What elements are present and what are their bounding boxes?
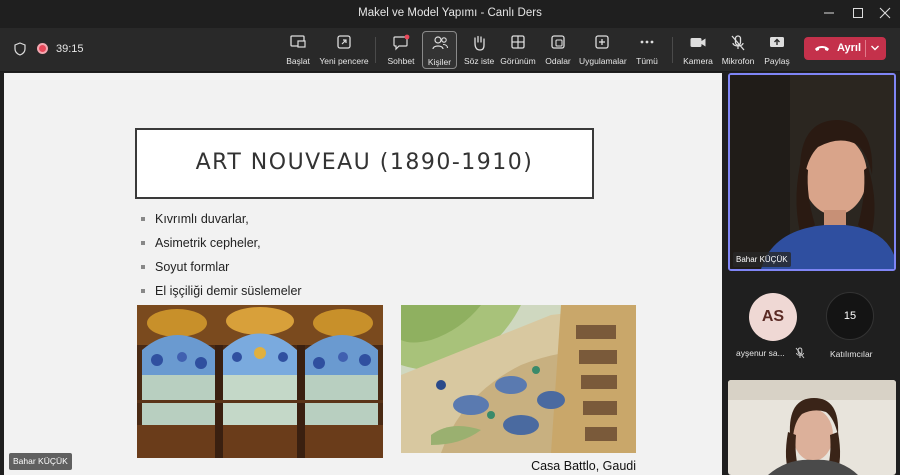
people-icon <box>431 36 448 50</box>
share-label: Paylaş <box>764 56 790 66</box>
slide-bullet: Asimetrik cepheler, <box>141 234 302 258</box>
minimize-button[interactable] <box>817 4 841 24</box>
share-icon <box>770 37 784 47</box>
leave-divider <box>865 40 866 57</box>
speaker-video-tile[interactable] <box>728 73 896 271</box>
share-button[interactable]: Paylaş <box>763 31 791 69</box>
people-label: Kişiler <box>427 57 452 67</box>
mic-off-icon <box>795 347 805 359</box>
chat-label: Sohbet <box>387 56 415 66</box>
new-window-button[interactable]: Yeni pencere <box>318 31 370 69</box>
apps-label: Uygulamalar <box>579 56 627 66</box>
close-button[interactable] <box>873 4 897 24</box>
new-window-icon <box>337 35 351 49</box>
maximize-button[interactable] <box>846 4 870 24</box>
share-screen-icon <box>290 35 306 48</box>
rooms-button[interactable]: Odalar <box>543 31 573 69</box>
raise-hand-button[interactable]: Söz iste <box>464 31 494 69</box>
more-icon <box>640 40 654 44</box>
recording-indicator <box>37 43 48 54</box>
camera-label: Kamera <box>683 56 713 66</box>
close-icon <box>879 7 891 19</box>
leave-label: Ayrıl <box>837 42 862 54</box>
presenter-name-chip: Bahar KÜÇÜK <box>9 453 72 470</box>
more-label: Tümü <box>636 56 658 66</box>
raise-hand-icon <box>474 35 485 51</box>
minimize-icon <box>824 12 834 14</box>
mic-off-icon <box>731 35 745 51</box>
speaker-name-label: Bahar KÜÇÜK <box>733 252 791 267</box>
chevron-down-icon[interactable] <box>870 44 880 52</box>
interior-photo <box>137 305 383 458</box>
meeting-toolbar: 39:15 Başlat Yeni pencere Sohbet Kişiler… <box>0 28 900 72</box>
window-title: Makel ve Model Yapımı - Canlı Ders <box>358 7 542 19</box>
apps-icon <box>595 35 609 49</box>
people-button[interactable]: Kişiler <box>422 31 457 69</box>
raise-hand-label: Söz iste <box>464 56 495 66</box>
slide-bullet: El işçiliği demir süslemeler <box>141 282 302 306</box>
chat-button[interactable]: Sohbet <box>385 31 417 69</box>
slide-title: ART NOUVEAU (1890-1910) <box>195 150 534 175</box>
leave-button[interactable]: Ayrıl <box>804 37 886 60</box>
start-share-button[interactable]: Başlat <box>283 31 313 69</box>
shared-slide: ART NOUVEAU (1890-1910) Kıvrımlı duvarla… <box>4 73 722 475</box>
rooms-label: Odalar <box>545 56 571 66</box>
camera-button[interactable]: Kamera <box>683 31 713 69</box>
slide-bullet: Soyut formlar <box>141 258 302 282</box>
slide-bullet: Kıvrımlı duvarlar, <box>141 210 302 234</box>
slide-title-box: ART NOUVEAU (1890-1910) <box>135 128 594 199</box>
apps-button[interactable]: Uygulamalar <box>579 31 627 69</box>
new-window-label: Yeni pencere <box>319 56 369 66</box>
view-icon <box>511 35 525 49</box>
participant-name: ayşenur sa... <box>736 348 785 358</box>
participant-count[interactable]: 15 <box>826 292 874 340</box>
avatar[interactable]: AS <box>749 293 797 341</box>
slide-caption: Casa Battlo, Gaudi <box>531 459 636 473</box>
facade-photo <box>401 305 636 453</box>
start-share-label: Başlat <box>286 56 310 66</box>
title-bar: Makel ve Model Yapımı - Canlı Ders <box>0 0 900 28</box>
more-button[interactable]: Tümü <box>634 31 660 69</box>
chat-icon <box>393 34 410 51</box>
hang-up-icon <box>815 46 829 51</box>
maximize-icon <box>853 8 863 18</box>
toolbar-divider <box>375 37 376 63</box>
camera-icon <box>690 38 706 47</box>
view-button[interactable]: Görünüm <box>500 31 536 69</box>
meeting-timer: 39:15 <box>56 43 84 55</box>
microphone-button[interactable]: Mikrofon <box>720 31 756 69</box>
view-label: Görünüm <box>500 56 536 66</box>
slide-bullet-list: Kıvrımlı duvarlar, Asimetrik cepheler, S… <box>141 210 302 306</box>
participant-count-label: Katılımcılar <box>830 349 873 359</box>
shield-icon <box>14 42 26 56</box>
participant-video-tile[interactable] <box>728 380 896 475</box>
toolbar-divider <box>672 37 673 63</box>
microphone-label: Mikrofon <box>721 56 755 66</box>
rooms-icon <box>551 35 565 49</box>
participant-video <box>728 380 896 475</box>
speaker-video <box>730 75 894 269</box>
